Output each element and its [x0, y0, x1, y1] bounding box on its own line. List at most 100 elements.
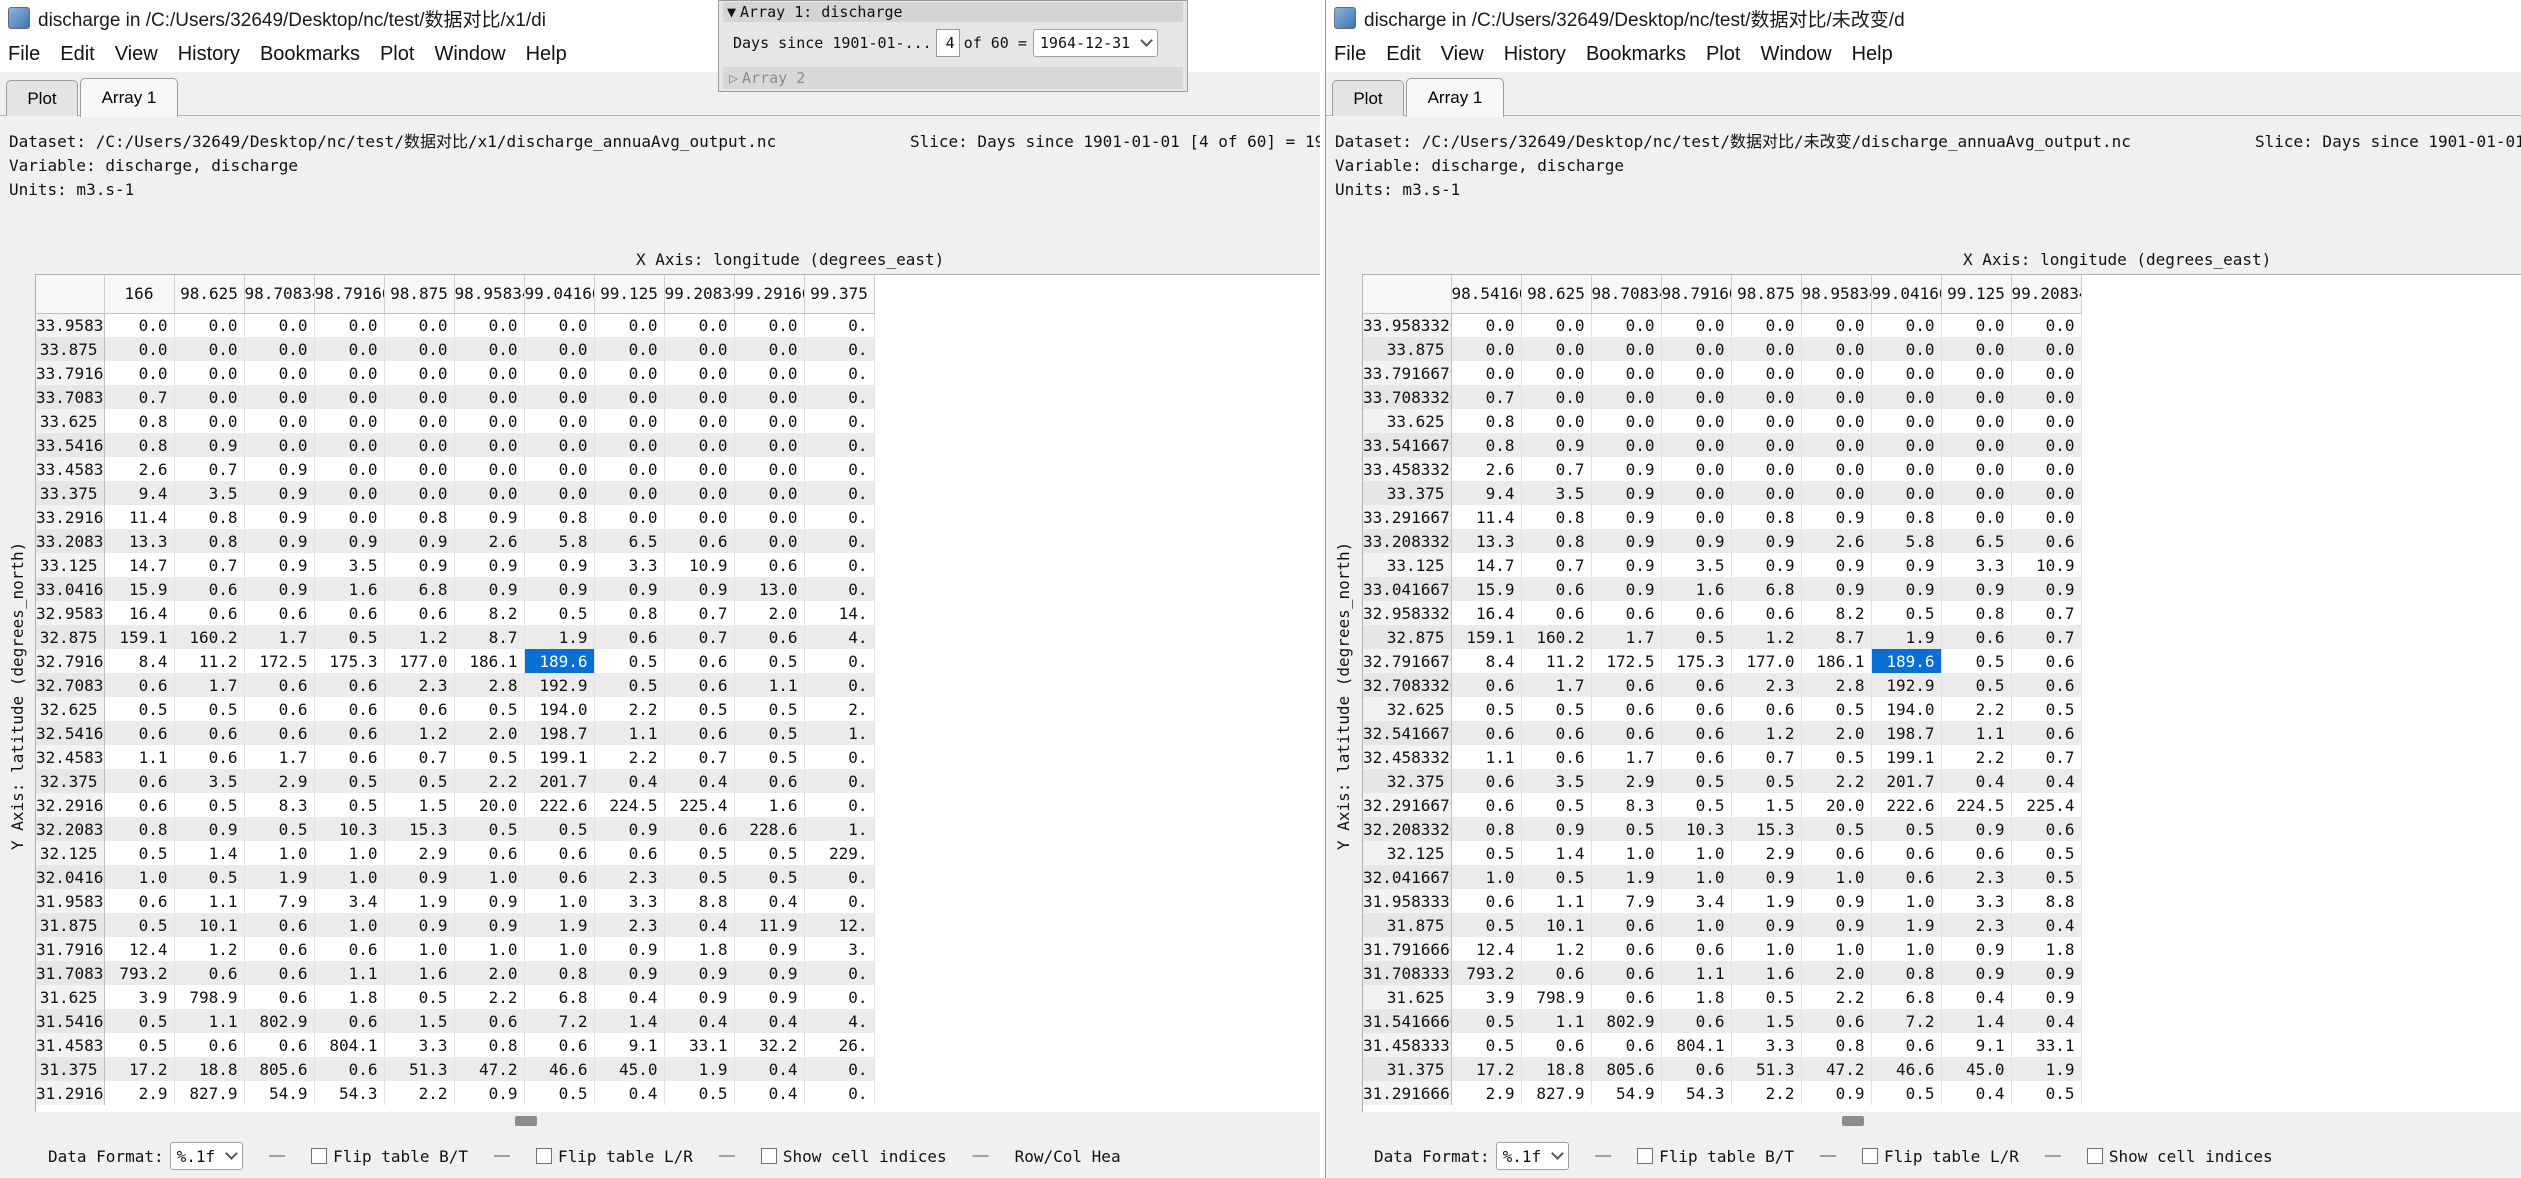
table-cell[interactable]: 0.4 — [1941, 985, 2012, 1009]
table-cell[interactable]: 1.1 — [1451, 745, 1522, 769]
table-cell[interactable]: 0.6 — [1451, 769, 1522, 793]
table-cell[interactable]: 1.4 — [1521, 841, 1592, 865]
table-cell[interactable]: 0.6 — [1941, 625, 2012, 649]
table-cell[interactable]: 0.8 — [384, 505, 455, 529]
table-cell[interactable]: 0.5 — [1661, 793, 1732, 817]
table-cell[interactable]: 1.9 — [1871, 625, 1942, 649]
table-cell[interactable]: 159.1 — [1451, 625, 1522, 649]
table-cell[interactable]: 0.9 — [594, 937, 665, 961]
table-cell[interactable]: 46.6 — [524, 1057, 595, 1081]
table-cell[interactable]: 51.3 — [1731, 1057, 1802, 1081]
table-cell[interactable]: 1.7 — [1521, 673, 1592, 697]
table-cell[interactable]: 0.5 — [1941, 673, 2012, 697]
table-cell[interactable]: 0.0 — [594, 409, 665, 433]
table-cell[interactable]: 0.8 — [1521, 529, 1592, 553]
table-cell[interactable]: 0.9 — [384, 529, 455, 553]
table-cell[interactable]: 0.0 — [1731, 409, 1802, 433]
row-header-latitude[interactable]: 33.125 — [1363, 553, 1452, 577]
table-cell[interactable]: 0.5 — [1451, 913, 1522, 937]
table-cell[interactable]: 0.5 — [1521, 793, 1592, 817]
table-cell[interactable]: 0.5 — [454, 745, 525, 769]
table-cell[interactable]: 0.0 — [664, 409, 735, 433]
table-cell[interactable]: 0.0 — [314, 481, 385, 505]
scrollbar-thumb[interactable] — [1842, 1116, 1864, 1126]
table-cell[interactable]: 1.2 — [384, 625, 455, 649]
table-cell[interactable]: 11.2 — [1521, 649, 1592, 673]
table-cell[interactable]: 0.0 — [1801, 409, 1872, 433]
table-cell[interactable]: 0.0 — [384, 361, 455, 385]
table-cell[interactable]: 0.8 — [174, 529, 245, 553]
table-cell[interactable]: 0.0 — [1871, 361, 1942, 385]
table-cell[interactable]: 2.2 — [1801, 769, 1872, 793]
table-cell[interactable]: 798.9 — [174, 985, 245, 1009]
table-cell[interactable]: 6.5 — [1941, 529, 2012, 553]
table-cell[interactable]: 0.6 — [244, 985, 315, 1009]
table-cell[interactable]: 0.7 — [664, 601, 735, 625]
table-cell[interactable]: 1.0 — [1731, 937, 1802, 961]
table-cell[interactable]: 0.0 — [734, 457, 805, 481]
table-cell[interactable]: 14. — [804, 601, 875, 625]
table-cell[interactable]: 0.8 — [104, 433, 175, 457]
table-cell[interactable]: 1.2 — [174, 937, 245, 961]
row-header-latitude[interactable]: 32.54166794 — [1363, 721, 1452, 745]
table-cell[interactable]: 0.5 — [1521, 697, 1592, 721]
table-cell[interactable]: 0.0 — [2011, 409, 2082, 433]
table-cell[interactable]: 2.0 — [454, 961, 525, 985]
table-cell[interactable]: 0.9 — [244, 577, 315, 601]
table-cell[interactable]: 0.0 — [1941, 433, 2012, 457]
table-cell[interactable]: 0.9 — [664, 577, 735, 601]
table-cell[interactable]: 3.3 — [1731, 1033, 1802, 1057]
table-cell[interactable]: 0.6 — [314, 673, 385, 697]
table-cell[interactable]: 0.0 — [524, 313, 595, 337]
table-cell[interactable]: 45.0 — [1941, 1057, 2012, 1081]
row-header-latitude[interactable]: 32.125 — [1363, 841, 1452, 865]
table-cell[interactable]: 0.6 — [734, 553, 805, 577]
table-cell[interactable]: 1.0 — [1591, 841, 1662, 865]
table-cell[interactable]: 0.9 — [244, 481, 315, 505]
table-cell[interactable]: 0.9 — [1731, 529, 1802, 553]
table-cell[interactable]: 0.5 — [104, 1033, 175, 1057]
table-cell[interactable]: 793.2 — [1451, 961, 1522, 985]
table-cell[interactable]: 0. — [804, 985, 875, 1009]
table-cell[interactable]: 0.0 — [384, 313, 455, 337]
table-cell[interactable]: 0.6 — [314, 601, 385, 625]
row-header-latitude[interactable]: 32.45833206 — [36, 745, 105, 769]
table-cell[interactable]: 0.5 — [524, 1081, 595, 1105]
table-cell[interactable]: 194.0 — [1871, 697, 1942, 721]
table-cell[interactable]: 0.6 — [1521, 1033, 1592, 1057]
table-cell[interactable]: 0.0 — [1871, 337, 1942, 361]
table-cell[interactable]: 0.9 — [454, 577, 525, 601]
table-cell[interactable]: 0.6 — [1521, 745, 1592, 769]
table-cell[interactable]: 0.0 — [734, 433, 805, 457]
table-cell[interactable]: 0.9 — [454, 1081, 525, 1105]
menu-edit[interactable]: Edit — [60, 43, 94, 66]
table-cell[interactable]: 8.4 — [104, 649, 175, 673]
row-header-latitude[interactable]: 32.625 — [36, 697, 105, 721]
menu-bookmarks[interactable]: Bookmarks — [260, 43, 360, 66]
table-cell[interactable]: 1.9 — [524, 913, 595, 937]
table-cell[interactable]: 15.3 — [1731, 817, 1802, 841]
table-cell[interactable]: 0. — [804, 649, 875, 673]
table-cell[interactable]: 0. — [804, 769, 875, 793]
table-cell[interactable]: 0.9 — [664, 985, 735, 1009]
row-header-latitude[interactable]: 33.45833206 — [1363, 457, 1452, 481]
table-cell[interactable]: 1.0 — [524, 889, 595, 913]
table-cell[interactable]: 0. — [804, 433, 875, 457]
table-cell[interactable]: 827.9 — [1521, 1081, 1592, 1105]
row-header-latitude[interactable]: 32.875 — [1363, 625, 1452, 649]
table-cell[interactable]: 0.0 — [2011, 481, 2082, 505]
table-cell[interactable]: 0.4 — [1941, 1081, 2012, 1105]
data-grid[interactable]: 98.54166 98.625 98.70834 98.79166 98.875 98.9… — [1363, 275, 2082, 1105]
table-cell[interactable]: 0.5 — [104, 841, 175, 865]
flip-lr-checkbox[interactable]: Flip table L/R — [535, 1147, 693, 1166]
table-cell[interactable]: 0. — [804, 313, 875, 337]
table-cell[interactable]: 1.7 — [1591, 745, 1662, 769]
table-cell[interactable]: 0. — [804, 793, 875, 817]
table-cell[interactable]: 0.0 — [314, 409, 385, 433]
table-cell[interactable]: 0.0 — [1941, 409, 2012, 433]
table-cell[interactable]: 0.0 — [664, 433, 735, 457]
table-cell[interactable]: 0.0 — [1801, 361, 1872, 385]
table-cell[interactable]: 0.6 — [104, 721, 175, 745]
table-cell[interactable]: 0.0 — [1731, 361, 1802, 385]
table-cell[interactable]: 0.0 — [1521, 385, 1592, 409]
